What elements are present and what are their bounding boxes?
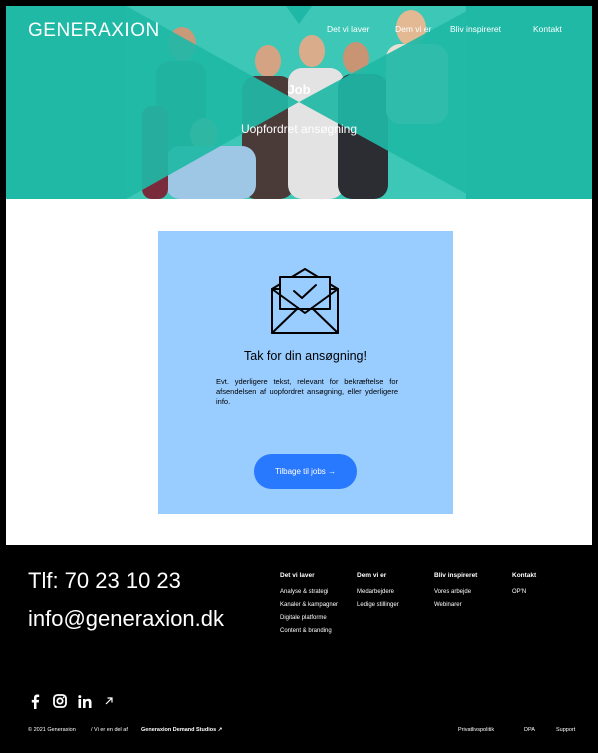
footer-link[interactable]: Ledige stillinger xyxy=(357,602,437,608)
footer-column-det-vi-laver: Det vi laver Analyse & strategi Kanaler … xyxy=(280,572,360,641)
instagram-icon[interactable] xyxy=(53,693,67,709)
footer-email[interactable]: info@generaxion.dk xyxy=(28,606,224,632)
footer-link[interactable]: Medarbejdere xyxy=(357,589,437,595)
confirmation-title: Tak for din ansøgning! xyxy=(244,349,367,363)
confirmation-text: Evt. yderligere tekst, relevant for bekr… xyxy=(216,377,398,406)
footer-column-heading[interactable]: Kontakt xyxy=(512,572,572,579)
external-arrow-icon[interactable] xyxy=(104,693,114,709)
hero-title: Job xyxy=(287,82,311,97)
dpa-link[interactable]: DPA xyxy=(524,727,535,733)
footer-column-dem-vi-er: Dem vi er Medarbejdere Ledige stillinger xyxy=(357,572,437,615)
facebook-icon[interactable] xyxy=(29,693,41,709)
nav-det-vi-laver[interactable]: Det vi laver xyxy=(327,24,370,34)
footer-column-heading[interactable]: Dem vi er xyxy=(357,572,437,579)
support-link[interactable]: Support xyxy=(556,727,575,733)
page: GENERAXION Det vi laver Dem vi er Bliv i… xyxy=(0,0,598,753)
nav-kontakt[interactable]: Kontakt xyxy=(533,24,562,34)
hero-subtitle: Uopfordret ansøgning xyxy=(240,122,358,136)
footer-link[interactable]: Kanaler & kampagner xyxy=(280,602,360,608)
privacy-policy-link[interactable]: Privatlivspolitik xyxy=(458,727,494,733)
footer-link[interactable]: Digitale platforme xyxy=(280,615,360,621)
parent-company-link[interactable]: Generaxion Demand Studios ↗ xyxy=(141,727,222,733)
envelope-check-icon xyxy=(271,268,339,334)
parent-company-prefix: / Vi er en del af xyxy=(91,727,128,733)
confirmation-card: Tak for din ansøgning! Evt. yderligere t… xyxy=(158,231,453,514)
footer-column-kontakt: Kontakt OP'N xyxy=(512,572,572,602)
footer-link[interactable]: Analyse & strategi xyxy=(280,589,360,595)
footer-column-bliv-inspireret: Bliv inspireret Vores arbejde Webinarer xyxy=(434,572,514,615)
main-content: Tak for din ansøgning! Evt. yderligere t… xyxy=(6,199,592,545)
footer-column-heading[interactable]: Bliv inspireret xyxy=(434,572,514,579)
footer-link[interactable]: OP'N xyxy=(512,589,572,595)
footer-phone[interactable]: Tlf: 70 23 10 23 xyxy=(28,568,181,594)
footer-link[interactable]: Content & branding xyxy=(280,628,360,634)
nav-bliv-inspireret[interactable]: Bliv inspireret xyxy=(450,24,501,34)
logo[interactable]: GENERAXION xyxy=(28,20,160,42)
nav-dem-vi-er[interactable]: Dem vi er xyxy=(395,24,431,34)
footer-link[interactable]: Vores arbejde xyxy=(434,589,514,595)
footer-link[interactable]: Webinarer xyxy=(434,602,514,608)
footer-column-heading[interactable]: Det vi laver xyxy=(280,572,360,579)
hero-banner: GENERAXION Det vi laver Dem vi er Bliv i… xyxy=(6,6,592,199)
back-to-jobs-button[interactable]: Tilbage til jobs → xyxy=(254,454,357,489)
copyright: © 2021 Generaxion xyxy=(28,727,76,733)
linkedin-icon[interactable] xyxy=(78,693,93,709)
